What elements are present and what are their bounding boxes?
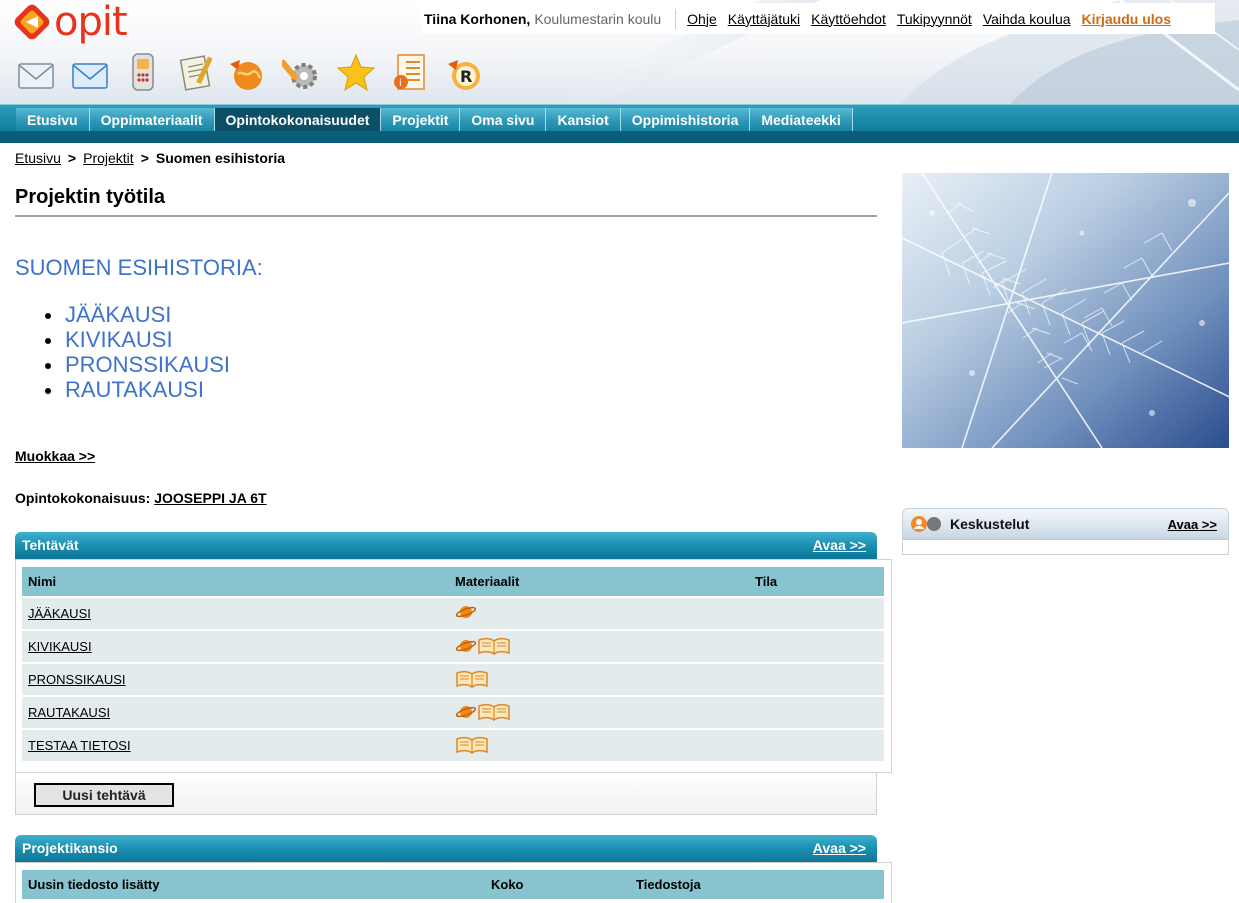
info-list-icon[interactable]: i bbox=[390, 52, 430, 94]
tasks-panel-header: Tehtävät Avaa >> bbox=[15, 532, 877, 559]
user-name: Tiina Korhonen, bbox=[424, 10, 531, 27]
opit-logo-icon bbox=[14, 4, 50, 40]
project-heading: SUOMEN ESIHISTORIA: bbox=[15, 255, 263, 280]
folder-panel-title: Projektikansio bbox=[22, 840, 118, 856]
support-requests-link[interactable]: Tukipyynnöt bbox=[897, 11, 972, 27]
logout-link[interactable]: Kirjaudu ulos bbox=[1082, 11, 1171, 27]
help-link[interactable]: Ohje bbox=[687, 11, 717, 27]
user-support-link[interactable]: Käyttäjätuki bbox=[728, 11, 800, 27]
tab-oma-sivu[interactable]: Oma sivu bbox=[460, 108, 547, 131]
tasks-table: Nimi Materiaalit Tila JÄÄKAUSI KIVIKAUSI… bbox=[22, 567, 884, 761]
materials-cell bbox=[456, 736, 490, 754]
task-name-link[interactable]: KIVIKAUSI bbox=[28, 639, 92, 654]
book-material-icon[interactable] bbox=[456, 670, 488, 688]
task-name-link[interactable]: PRONSSIKAUSI bbox=[28, 672, 126, 687]
user-bar: Tiina Korhonen, Koulumestarin koulu Ohje… bbox=[421, 3, 1215, 34]
opit-logo[interactable]: opit bbox=[14, 0, 128, 45]
page-title: Projektin työtila bbox=[15, 186, 166, 208]
folder-panel-header: Projektikansio Avaa >> bbox=[15, 835, 877, 862]
breadcrumb: Etusivu > Projektit > Suomen esihistoria bbox=[15, 150, 285, 166]
task-name-link[interactable]: RAUTAKAUSI bbox=[28, 705, 110, 720]
header: opit Tiina Korhonen, Koulumestarin koulu… bbox=[0, 0, 1239, 104]
discussions-panel-header: Keskustelut Avaa >> bbox=[902, 508, 1229, 539]
folder-table-header: Uusin tiedosto lisätty Koko Tiedostoja bbox=[22, 870, 884, 899]
web-material-icon[interactable] bbox=[456, 638, 476, 654]
materials-cell bbox=[456, 637, 512, 655]
logo-wordmark: opit bbox=[54, 0, 128, 45]
title-divider bbox=[15, 215, 877, 217]
user-school: Koulumestarin koulu bbox=[534, 10, 662, 27]
svg-text:i: i bbox=[399, 78, 402, 89]
column-header-size: Koko bbox=[491, 877, 524, 892]
mail-read-icon[interactable] bbox=[16, 52, 56, 94]
course-link[interactable]: JOOSEPPI JA 6T bbox=[154, 490, 266, 506]
reader-r-icon[interactable]: R bbox=[444, 52, 484, 94]
breadcrumb-separator: > bbox=[140, 150, 149, 166]
column-header-latest-file: Uusin tiedosto lisätty bbox=[28, 877, 160, 892]
table-row: TESTAA TIETOSI bbox=[22, 728, 884, 761]
book-material-icon[interactable] bbox=[478, 637, 510, 655]
book-material-icon[interactable] bbox=[478, 703, 510, 721]
web-material-icon[interactable] bbox=[456, 604, 476, 620]
table-row: JÄÄKAUSI bbox=[22, 596, 884, 629]
new-task-button[interactable]: Uusi tehtävä bbox=[34, 783, 174, 807]
topic-list: JÄÄKAUSI KIVIKAUSI PRONSSIKAUSI RAUTAKAU… bbox=[45, 302, 230, 402]
tab-opintokokonaisuudet[interactable]: Opintokokonaisuudet bbox=[214, 108, 382, 131]
table-row: RAUTAKAUSI bbox=[22, 695, 884, 728]
nav-bottom-strip bbox=[0, 131, 1239, 143]
tasks-table-header: Nimi Materiaalit Tila bbox=[22, 567, 884, 596]
user-bar-divider bbox=[675, 8, 677, 29]
discussion-people-icon bbox=[911, 516, 941, 532]
discussions-panel-body bbox=[902, 539, 1229, 555]
folder-open-link[interactable]: Avaa >> bbox=[813, 840, 866, 856]
topic-item: PRONSSIKAUSI bbox=[45, 352, 230, 377]
table-row: KIVIKAUSI bbox=[22, 629, 884, 662]
tab-oppimateriaalit[interactable]: Oppimateriaalit bbox=[89, 108, 215, 131]
notepad-icon[interactable] bbox=[176, 52, 216, 94]
breadcrumb-projektit[interactable]: Projektit bbox=[83, 150, 134, 166]
book-material-icon[interactable] bbox=[456, 736, 488, 754]
terms-of-use-link[interactable]: Käyttöehdot bbox=[811, 11, 886, 27]
table-row: PRONSSIKAUSI bbox=[22, 662, 884, 695]
web-globe-icon[interactable] bbox=[226, 52, 266, 94]
tab-etusivu[interactable]: Etusivu bbox=[16, 108, 90, 131]
column-header-name: Nimi bbox=[28, 574, 57, 589]
edit-link[interactable]: Muokkaa >> bbox=[15, 448, 95, 464]
phone-icon[interactable] bbox=[124, 52, 164, 94]
course-label: Opintokokonaisuus: bbox=[15, 490, 151, 506]
breadcrumb-separator: > bbox=[67, 150, 77, 166]
tasks-panel-title: Tehtävät bbox=[22, 537, 79, 553]
star-icon[interactable] bbox=[336, 52, 376, 94]
column-header-status: Tila bbox=[755, 574, 778, 589]
breadcrumb-etusivu[interactable]: Etusivu bbox=[15, 150, 61, 166]
frost-photo bbox=[902, 173, 1229, 448]
materials-cell bbox=[456, 703, 512, 721]
tab-mediateekki[interactable]: Mediateekki bbox=[750, 108, 853, 131]
tab-projektit[interactable]: Projektit bbox=[381, 108, 461, 131]
web-material-icon[interactable] bbox=[456, 704, 476, 720]
tasks-actions: Uusi tehtävä bbox=[15, 773, 877, 815]
main-nav-tabs: Etusivu Oppimateriaalit Opintokokonaisuu… bbox=[16, 108, 853, 131]
folder-table: Uusin tiedosto lisätty Koko Tiedostoja bbox=[22, 870, 884, 899]
change-school-link[interactable]: Vaihda koulua bbox=[983, 11, 1071, 27]
column-header-materials: Materiaalit bbox=[455, 574, 520, 589]
column-header-file-count: Tiedostoja bbox=[636, 877, 701, 892]
tasks-open-link[interactable]: Avaa >> bbox=[813, 537, 866, 553]
topic-item: KIVIKAUSI bbox=[45, 327, 230, 352]
tab-oppimishistoria[interactable]: Oppimishistoria bbox=[620, 108, 751, 131]
materials-cell bbox=[456, 670, 490, 688]
breadcrumb-current: Suomen esihistoria bbox=[155, 150, 286, 166]
svg-text:R: R bbox=[460, 67, 472, 86]
tab-kansiot[interactable]: Kansiot bbox=[546, 108, 621, 131]
materials-cell bbox=[456, 604, 478, 620]
task-name-link[interactable]: TESTAA TIETOSI bbox=[28, 738, 131, 753]
discussions-open-link[interactable]: Avaa >> bbox=[1168, 517, 1217, 532]
mail-icon[interactable] bbox=[70, 52, 110, 94]
topic-item: JÄÄKAUSI bbox=[45, 302, 230, 327]
task-name-link[interactable]: JÄÄKAUSI bbox=[28, 606, 91, 621]
topic-item: RAUTAKAUSI bbox=[45, 377, 230, 402]
settings-tools-icon[interactable] bbox=[282, 52, 322, 94]
discussions-title: Keskustelut bbox=[950, 516, 1030, 532]
course-line: Opintokokonaisuus: JOOSEPPI JA 6T bbox=[15, 490, 267, 506]
